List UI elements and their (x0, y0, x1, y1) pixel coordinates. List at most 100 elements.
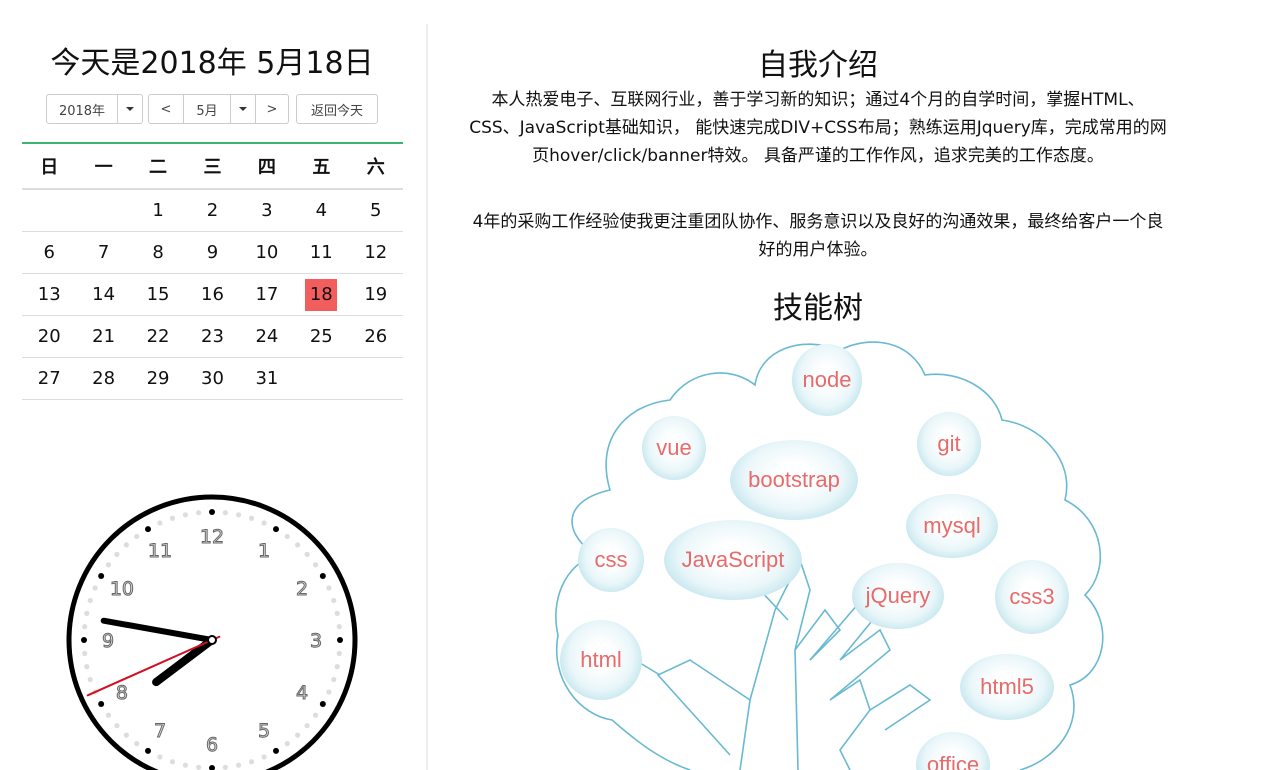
calendar-day-number (360, 360, 392, 392)
clock-hour-dot (273, 526, 279, 533)
calendar-day[interactable]: 22 (130, 315, 186, 358)
calendar-day-number: 27 (37, 367, 61, 389)
calendar-day[interactable]: 10 (239, 231, 295, 274)
calendar-day-number: 14 (92, 283, 116, 305)
calendar-day-number: 4 (315, 199, 328, 221)
clock-minute-dot (312, 712, 319, 718)
today-button[interactable]: 返回今天 (296, 94, 378, 124)
skill-node: node (792, 344, 862, 416)
calendar-day-number: 12 (364, 241, 388, 263)
calendar-day[interactable]: 11 (294, 231, 349, 274)
clock-minute-dot (196, 764, 202, 770)
year-dropdown-toggle[interactable] (117, 94, 143, 124)
calendar-day-number: 29 (146, 367, 170, 389)
weekday-header: 五 (294, 143, 349, 190)
calendar-day[interactable]: 13 (22, 273, 77, 316)
calendar-day[interactable]: 6 (22, 231, 77, 274)
calendar-day[interactable]: 27 (22, 357, 77, 400)
calendar-week-row: 13 14 15 16 17 18 19 (22, 273, 403, 316)
clock-hour-dot (145, 747, 151, 754)
clock-minute-dot (331, 597, 337, 604)
clock-minute-dot (222, 764, 228, 770)
clock-hour-dot (98, 573, 105, 579)
clock-number: 1 (258, 540, 270, 562)
skill-css3: css3 (995, 560, 1069, 634)
calendar-day-number: 17 (255, 283, 279, 305)
clock-minute-dot (222, 510, 228, 516)
calendar-day[interactable]: 4 (294, 189, 349, 232)
skill-tree-title: 技能树 (773, 291, 863, 326)
calendar-day[interactable]: 2 (185, 189, 240, 232)
clock-hour-dot (319, 573, 326, 579)
clock-center-cap (209, 637, 215, 643)
calendar-day-number: 13 (37, 283, 61, 305)
clock-minute-dot (236, 512, 242, 518)
clock-minute-dot (236, 762, 242, 768)
calendar-day-number: 2 (206, 199, 219, 221)
calendar-day[interactable]: 7 (76, 231, 131, 274)
calendar-day[interactable]: 23 (185, 315, 240, 358)
calendar-day[interactable]: 31 (239, 357, 295, 400)
clock-number: 12 (200, 526, 224, 548)
calendar-day[interactable]: 12 (348, 231, 403, 274)
calendar-day[interactable]: 21 (76, 315, 131, 358)
calendar-day[interactable]: 3 (239, 189, 295, 232)
calendar-day-number: 25 (309, 325, 333, 347)
calendar-day[interactable]: 1 (130, 189, 186, 232)
calendar-day[interactable]: 24 (239, 315, 295, 358)
intro-paragraph-1: 本人热爱电子、互联网行业，善于学习新的知识；通过4个月的自学时间，掌握HTML、… (469, 90, 1167, 166)
clock-minute-dot (248, 515, 255, 521)
calendar-day[interactable]: 18 (294, 273, 349, 316)
calendar-day[interactable]: 20 (22, 315, 77, 358)
calendar-day[interactable]: 5 (348, 189, 403, 232)
calendar-empty-cell (294, 357, 349, 400)
calendar-day-number: 26 (364, 325, 388, 347)
clock-hour-dot (98, 701, 105, 707)
calendar-day[interactable]: 30 (185, 357, 240, 400)
clock-minute-dot (304, 551, 310, 557)
calendar-day[interactable]: 8 (130, 231, 186, 274)
month-select[interactable]: 5月 (183, 94, 231, 124)
calendar-day[interactable]: 29 (130, 357, 186, 400)
calendar-day-number: 18 (305, 278, 338, 311)
calendar-day-number: 1 (152, 199, 164, 221)
calendar-day[interactable]: 9 (185, 231, 240, 274)
calendar-day[interactable]: 14 (76, 273, 131, 316)
skill-mysql: mysql (906, 494, 998, 558)
calendar-day[interactable]: 19 (348, 273, 403, 316)
calendar-day-number: 19 (364, 283, 388, 305)
clock-minute-dot (182, 512, 188, 518)
calendar-day[interactable]: 16 (185, 273, 240, 316)
month-dropdown-toggle[interactable] (230, 94, 256, 124)
clock-minute-dot (284, 533, 290, 540)
calendar-day[interactable]: 15 (130, 273, 186, 316)
calendar-day-number: 24 (255, 325, 279, 347)
clock-minute-dot (196, 510, 202, 516)
clock-minute-dot (331, 676, 337, 683)
skill-tree: node vue git bootstrap mysql css JavaScr… (540, 330, 1120, 770)
year-select[interactable]: 2018年 (46, 94, 118, 124)
clock-minute-dot (169, 515, 176, 521)
calendar-day-number: 16 (201, 283, 224, 305)
clock-number: 4 (296, 682, 308, 704)
calendar-day[interactable]: 26 (348, 315, 403, 358)
clock-minute-dot (334, 610, 340, 616)
calendar-day-number: 22 (146, 325, 170, 347)
clock-minute-dot (134, 533, 140, 540)
calendar-day[interactable]: 17 (239, 273, 295, 316)
calendar-day-number: 23 (201, 325, 224, 347)
next-month-button[interactable]: > (255, 94, 289, 124)
prev-month-button[interactable]: < (148, 94, 184, 124)
skill-css: css (578, 528, 644, 592)
weekday-header: 二 (130, 143, 186, 190)
clock-minute-dot (326, 689, 332, 695)
weekday-header: 一 (76, 143, 131, 190)
clock-minute-dot (114, 551, 120, 557)
clock-minute-dot (336, 624, 342, 630)
calendar-day-number: 30 (201, 367, 224, 389)
clock-minute-dot (336, 650, 342, 656)
calendar-day[interactable]: 28 (76, 357, 131, 400)
clock-minute-dot (105, 562, 112, 568)
calendar-day[interactable]: 25 (294, 315, 349, 358)
clock-minute-dot (134, 740, 140, 747)
